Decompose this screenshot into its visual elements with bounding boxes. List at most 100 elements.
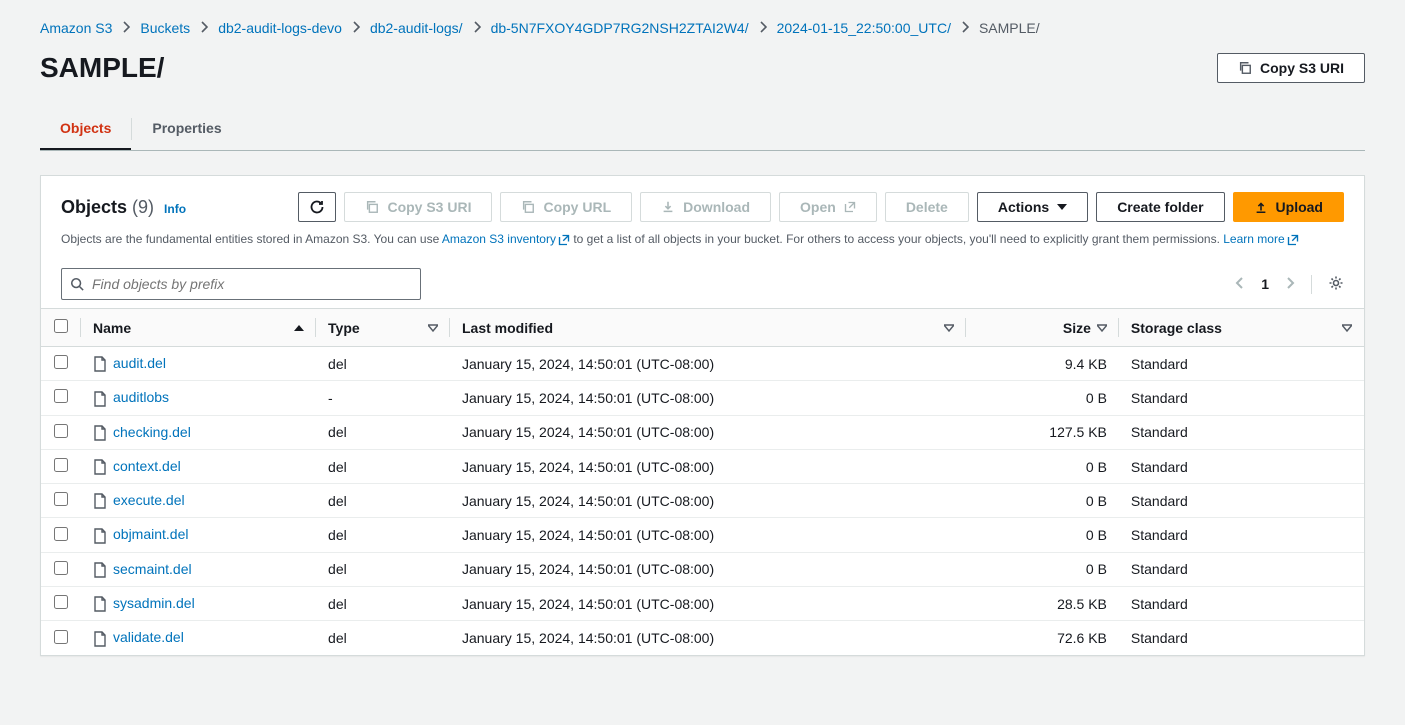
row-checkbox[interactable] — [54, 561, 68, 575]
object-name-link[interactable]: sysadmin.del — [113, 595, 195, 611]
tab-objects[interactable]: Objects — [40, 108, 131, 150]
object-name-link[interactable]: auditlobs — [113, 389, 169, 405]
settings-button[interactable] — [1311, 275, 1344, 294]
objects-panel: Objects (9) Info Copy S3 URI Co — [40, 175, 1365, 656]
object-storage-class: Standard — [1119, 347, 1364, 381]
external-icon — [844, 201, 856, 213]
upload-button[interactable]: Upload — [1233, 192, 1344, 222]
select-all-checkbox[interactable] — [54, 319, 68, 333]
refresh-button[interactable] — [298, 192, 336, 222]
row-checkbox[interactable] — [54, 355, 68, 369]
row-checkbox[interactable] — [54, 389, 68, 403]
row-checkbox[interactable] — [54, 630, 68, 644]
sort-icon — [428, 323, 438, 333]
table-row: audit.del delJanuary 15, 2024, 14:50:01 (… — [41, 347, 1364, 381]
create-folder-button[interactable]: Create folder — [1096, 192, 1224, 222]
sort-icon — [1097, 323, 1107, 333]
object-name-link[interactable]: validate.del — [113, 629, 184, 645]
breadcrumb-link[interactable]: db-5N7FXOY4GDP7RG2NSH2ZTAI2W4/ — [491, 20, 749, 36]
upload-icon — [1254, 200, 1268, 214]
table-row: validate.deldelJanuary 15, 2024, 14:50:0… — [41, 621, 1364, 655]
actions-button[interactable]: Actions — [977, 192, 1088, 222]
next-page-button[interactable] — [1285, 276, 1295, 293]
copy-s3-uri-button-2[interactable]: Copy S3 URI — [344, 192, 492, 222]
search-input[interactable] — [84, 276, 412, 292]
table-row: execute.deldelJanuary 15, 2024, 14:50:01… — [41, 484, 1364, 518]
object-storage-class: Standard — [1119, 415, 1364, 449]
file-icon — [93, 562, 107, 578]
external-icon — [1287, 234, 1299, 246]
object-storage-class: Standard — [1119, 381, 1364, 415]
file-icon — [93, 528, 107, 544]
prev-page-button[interactable] — [1235, 276, 1245, 293]
file-icon — [93, 596, 107, 612]
object-type: del — [316, 415, 450, 449]
breadcrumb-link[interactable]: db2-audit-logs/ — [370, 20, 463, 36]
chevron-right-icon — [122, 20, 130, 36]
open-button[interactable]: Open — [779, 192, 877, 222]
file-icon — [93, 493, 107, 509]
col-name[interactable]: Name — [81, 309, 316, 347]
object-name-link[interactable]: execute.del — [113, 492, 185, 508]
object-size: 0 B — [966, 552, 1119, 586]
tab-properties[interactable]: Properties — [132, 108, 241, 150]
col-storage-class[interactable]: Storage class — [1119, 309, 1364, 347]
row-checkbox[interactable] — [54, 424, 68, 438]
panel-description: Objects are the fundamental entities sto… — [61, 230, 1344, 248]
object-name-link[interactable]: secmaint.del — [113, 561, 192, 577]
object-type: del — [316, 518, 450, 552]
breadcrumb-link[interactable]: 2024-01-15_22:50:00_UTC/ — [777, 20, 951, 36]
inventory-link[interactable]: Amazon S3 inventory — [442, 232, 570, 246]
breadcrumb: Amazon S3 Buckets db2-audit-logs-devo db2-a… — [40, 20, 1365, 36]
delete-button[interactable]: Delete — [885, 192, 969, 222]
chevron-right-icon — [352, 20, 360, 36]
object-size: 0 B — [966, 484, 1119, 518]
sort-icon — [1342, 323, 1352, 333]
object-size: 72.6 KB — [966, 621, 1119, 655]
table-row: checking.del delJanuary 15, 2024, 14:50:0… — [41, 415, 1364, 449]
copy-icon — [1238, 61, 1252, 75]
col-last-modified[interactable]: Last modified — [450, 309, 966, 347]
object-type: del — [316, 484, 450, 518]
object-storage-class: Standard — [1119, 449, 1364, 483]
file-icon — [93, 631, 107, 647]
info-link[interactable]: Info — [164, 202, 186, 216]
file-icon — [93, 356, 107, 372]
sort-icon — [944, 323, 954, 333]
table-row: auditlobs-January 15, 2024, 14:50:01 (UT… — [41, 381, 1364, 415]
chevron-right-icon — [200, 20, 208, 36]
object-name-link[interactable]: objmaint.del — [113, 526, 189, 542]
tabs: Objects Properties — [40, 108, 1365, 151]
object-size: 0 B — [966, 449, 1119, 483]
row-checkbox[interactable] — [54, 492, 68, 506]
row-checkbox[interactable] — [54, 527, 68, 541]
object-modified: January 15, 2024, 14:50:01 (UTC-08:00) — [450, 381, 966, 415]
breadcrumb-link[interactable]: Buckets — [140, 20, 190, 36]
object-modified: January 15, 2024, 14:50:01 (UTC-08:00) — [450, 415, 966, 449]
object-type: del — [316, 347, 450, 381]
col-type[interactable]: Type — [316, 309, 450, 347]
object-size: 9.4 KB — [966, 347, 1119, 381]
object-name-link[interactable]: context.del — [113, 458, 181, 474]
object-size: 28.5 KB — [966, 587, 1119, 621]
object-name-link[interactable]: audit.del — [113, 355, 166, 371]
object-name-link[interactable]: checking.del — [113, 424, 191, 440]
row-checkbox[interactable] — [54, 458, 68, 472]
breadcrumb-link[interactable]: Amazon S3 — [40, 20, 112, 36]
learn-more-link[interactable]: Learn more — [1223, 232, 1298, 246]
breadcrumb-link[interactable]: db2-audit-logs-devo — [218, 20, 342, 36]
copy-url-button[interactable]: Copy URL — [500, 192, 632, 222]
object-size: 127.5 KB — [966, 415, 1119, 449]
download-button[interactable]: Download — [640, 192, 771, 222]
object-storage-class: Standard — [1119, 518, 1364, 552]
copy-icon — [521, 200, 535, 214]
copy-s3-uri-button[interactable]: Copy S3 URI — [1217, 53, 1365, 83]
row-checkbox[interactable] — [54, 595, 68, 609]
search-box[interactable] — [61, 268, 421, 300]
col-size[interactable]: Size — [966, 309, 1119, 347]
table-row: sysadmin.deldelJanuary 15, 2024, 14:50:0… — [41, 587, 1364, 621]
panel-title: Objects (9) — [61, 197, 154, 218]
table-row: secmaint.deldelJanuary 15, 2024, 14:50:0… — [41, 552, 1364, 586]
chevron-right-icon — [961, 20, 969, 36]
object-modified: January 15, 2024, 14:50:01 (UTC-08:00) — [450, 347, 966, 381]
